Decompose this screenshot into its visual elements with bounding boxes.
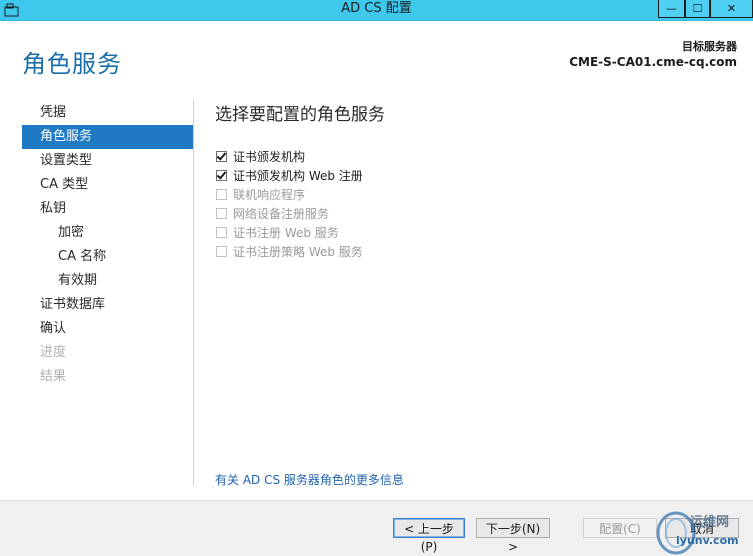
role-label: 证书注册策略 Web 服务 [233,245,363,259]
role-services-list: 证书颁发机构 证书颁发机构 Web 注册 联机响应程序 网络设备注册服务 证书注… [216,147,363,261]
nav-item-validity-period[interactable]: 有效期 [22,269,193,293]
nav-item-private-key[interactable]: 私钥 [22,197,193,221]
watermark-url: iyunv.com [676,534,739,547]
nav-item-ca-type[interactable]: CA 类型 [22,173,193,197]
nav-item-credentials[interactable]: 凭据 [22,101,193,125]
checkbox-icon [216,227,227,238]
nav-item-setup-type[interactable]: 设置类型 [22,149,193,173]
role-enrollment-policy-web-service: 证书注册策略 Web 服务 [216,242,363,261]
role-label: 证书注册 Web 服务 [233,226,339,240]
checkbox-icon [216,189,227,200]
maximize-icon: ☐ [692,2,703,15]
title-bar: AD CS 配置 — ☐ ✕ [0,0,753,21]
previous-button[interactable]: < 上一步(P) [393,518,465,554]
role-label: 联机响应程序 [233,188,306,202]
nav-item-results: 结果 [40,369,67,384]
minimize-button[interactable]: — [658,0,685,18]
checkbox-checked-icon[interactable] [216,170,227,181]
minimize-icon: — [666,2,677,15]
page-title: 角色服务 [22,50,122,78]
role-label: 证书颁发机构 Web 注册 [233,169,363,183]
nav-item-role-services[interactable]: 角色服务 [22,125,193,149]
nav-item-confirmation[interactable]: 确认 [22,317,193,341]
close-button[interactable]: ✕ [710,0,753,18]
watermark-text: 运维网 [690,515,730,530]
checkbox-icon [216,246,227,257]
checkbox-checked-icon[interactable] [216,151,227,162]
checkbox-icon [216,208,227,219]
role-ndes: 网络设备注册服务 [216,204,363,223]
nav-item-progress: 进度 [40,345,67,360]
target-server-label: 目标服务器 [682,40,737,53]
role-label: 网络设备注册服务 [233,207,330,221]
configure-button[interactable]: 配置(C) [583,518,657,538]
close-icon: ✕ [726,2,737,15]
more-info-link[interactable]: 有关 AD CS 服务器角色的更多信息 [215,471,404,488]
maximize-button[interactable]: ☐ [685,0,710,18]
nav-item-cryptography[interactable]: 加密 [22,221,193,245]
window-title: AD CS 配置 [341,1,412,16]
section-heading: 选择要配置的角色服务 [215,105,385,125]
role-label: 证书颁发机构 [233,150,306,164]
app-icon [4,3,19,17]
target-server-value: CME-S-CA01.cme-cq.com [569,55,737,69]
nav-item-certificate-database[interactable]: 证书数据库 [22,293,193,317]
role-online-responder: 联机响应程序 [216,185,363,204]
next-button[interactable]: 下一步(N) > [476,518,550,554]
role-enrollment-web-service: 证书注册 Web 服务 [216,223,363,242]
role-web-enrollment[interactable]: 证书颁发机构 Web 注册 [216,166,363,185]
wizard-nav: 凭据 角色服务 设置类型 CA 类型 私钥 加密 CA 名称 有效期 证书数据库… [22,101,193,389]
role-certification-authority[interactable]: 证书颁发机构 [216,147,363,166]
nav-divider [193,100,194,486]
nav-item-ca-name[interactable]: CA 名称 [22,245,193,269]
